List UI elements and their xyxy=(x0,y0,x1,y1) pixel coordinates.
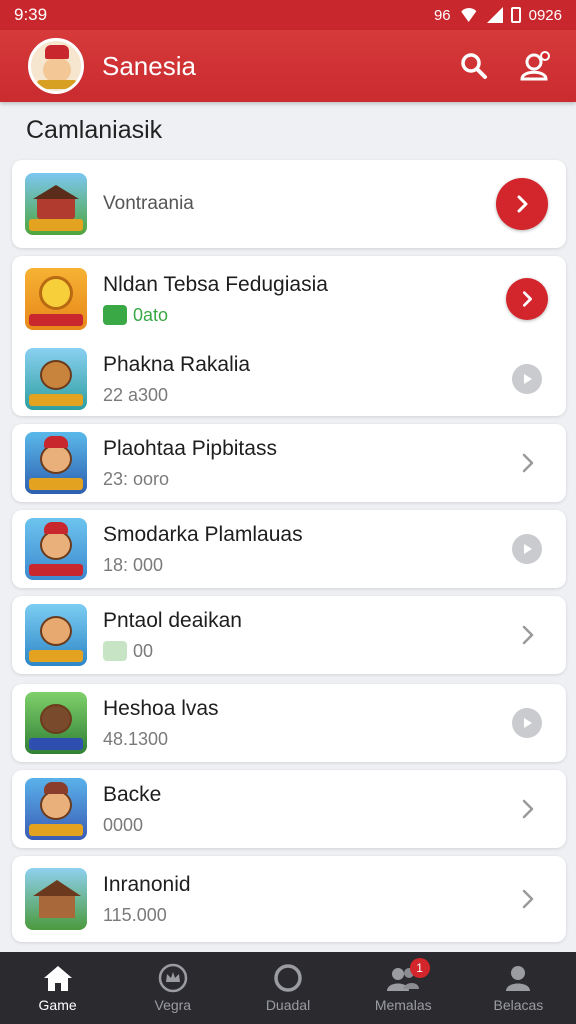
list-item[interactable]: Backe 0000 xyxy=(12,770,566,848)
play-button[interactable] xyxy=(512,708,542,738)
signal-icon xyxy=(486,7,503,23)
search-button[interactable] xyxy=(452,44,496,88)
game-subtitle: 0000 xyxy=(103,814,144,835)
open-button[interactable] xyxy=(514,449,542,477)
game-subtitle: 18: 000 xyxy=(103,554,164,575)
featured-card[interactable]: Vontraania xyxy=(12,160,566,248)
tab-vegra[interactable]: Vegra xyxy=(115,952,230,1024)
open-button[interactable] xyxy=(514,621,542,649)
battery-icon xyxy=(510,7,521,23)
game-title: Pntaol deaikan xyxy=(103,608,242,632)
chevron-right-icon xyxy=(517,195,528,213)
featured-title: Vontraania xyxy=(103,193,194,214)
battery-percent: 96 xyxy=(433,6,451,24)
list-item[interactable]: Phakna Rakalia 22 a300 xyxy=(12,336,566,422)
tab-label: Game xyxy=(38,997,77,1013)
status-bar: 9:39 96 0926 xyxy=(0,0,576,30)
chevron-right-icon xyxy=(522,625,534,645)
open-button[interactable] xyxy=(514,885,542,913)
badge-icon xyxy=(103,641,127,661)
game-thumbnail xyxy=(25,868,87,930)
notification-badge: 1 xyxy=(409,958,430,978)
game-subtitle: 115.000 xyxy=(103,904,167,925)
game-subtitle: 48.1300 xyxy=(103,728,169,749)
game-thumbnail xyxy=(25,348,87,410)
chevron-right-icon xyxy=(522,453,534,473)
game-title: Heshoa lvas xyxy=(103,696,219,720)
go-button[interactable] xyxy=(506,278,548,320)
game-title: Smodarka Plamlauas xyxy=(103,522,303,546)
game-subtitle: 00 xyxy=(103,641,514,662)
game-subtitle: 23: ooro xyxy=(103,468,170,489)
game-thumbnail xyxy=(25,604,87,666)
game-thumbnail xyxy=(25,268,87,330)
list-item[interactable]: Plaohtaa Pipbitass 23: ooro xyxy=(12,424,566,502)
game-thumbnail xyxy=(25,518,87,580)
play-button[interactable] xyxy=(512,534,542,564)
app-bar: Sanesia xyxy=(0,30,576,102)
wifi-icon xyxy=(458,8,479,22)
search-icon xyxy=(461,53,487,79)
user-notification-icon xyxy=(520,51,550,81)
game-thumbnail xyxy=(25,432,87,494)
play-button[interactable] xyxy=(512,364,542,394)
tab-game[interactable]: Game xyxy=(0,952,115,1024)
list-item[interactable]: Smodarka Plamlauas 18: 000 xyxy=(12,510,566,588)
game-thumbnail xyxy=(25,692,87,754)
play-icon xyxy=(524,374,532,384)
tab-label: Memalas xyxy=(374,997,432,1013)
section-title: Camlaniasik xyxy=(26,116,163,144)
tab-duadal[interactable]: Duadal xyxy=(230,952,345,1024)
featured-go-button[interactable] xyxy=(496,178,548,230)
tab-label: Belacas xyxy=(493,997,544,1013)
circle-icon xyxy=(274,964,302,992)
game-list-card: Nldan Tebsa Fedugiasia 0ato Phakna Rakal… xyxy=(12,256,566,416)
game-title: Backe xyxy=(103,782,162,806)
home-icon xyxy=(43,966,72,991)
game-title: Inranonid xyxy=(103,872,191,896)
list-item[interactable]: Pntaol deaikan 00 xyxy=(12,596,566,674)
crown-icon xyxy=(158,963,188,993)
status-icons: 96 0926 xyxy=(434,7,562,24)
game-title: Nldan Tebsa Fedugiasia xyxy=(103,272,328,296)
tab-label: Duadal xyxy=(265,997,311,1013)
tab-memalas[interactable]: 1 Memalas xyxy=(346,952,461,1024)
profile-button[interactable] xyxy=(514,44,558,88)
game-title: Plaohtaa Pipbitass xyxy=(103,436,277,460)
tab-label: Vegra xyxy=(154,997,192,1013)
list-item[interactable]: Inranonid 115.000 xyxy=(12,856,566,942)
avatar[interactable] xyxy=(28,38,84,94)
chevron-right-icon xyxy=(522,799,534,819)
chevron-right-icon xyxy=(522,889,534,909)
game-thumbnail xyxy=(25,778,87,840)
bottom-nav: Game Vegra Duadal 1 Memalas Belacas xyxy=(0,952,576,1024)
status-time: 9:39 xyxy=(14,5,48,24)
game-thumbnail xyxy=(25,173,87,235)
badge-icon xyxy=(103,305,127,325)
list-item[interactable]: Nldan Tebsa Fedugiasia 0ato xyxy=(12,256,566,342)
play-icon xyxy=(524,544,532,554)
list-item[interactable]: Heshoa lvas 48.1300 xyxy=(12,684,566,762)
game-subtitle: 0ato xyxy=(103,305,506,326)
game-title: Phakna Rakalia xyxy=(103,352,251,376)
person-icon xyxy=(506,966,531,991)
game-subtitle: 22 a300 xyxy=(103,384,169,405)
chevron-right-icon xyxy=(522,291,532,307)
play-icon xyxy=(524,718,532,728)
tab-belacas[interactable]: Belacas xyxy=(461,952,576,1024)
open-button[interactable] xyxy=(514,795,542,823)
status-clock: 0926 xyxy=(528,6,562,24)
app-title: Sanesia xyxy=(102,50,196,81)
